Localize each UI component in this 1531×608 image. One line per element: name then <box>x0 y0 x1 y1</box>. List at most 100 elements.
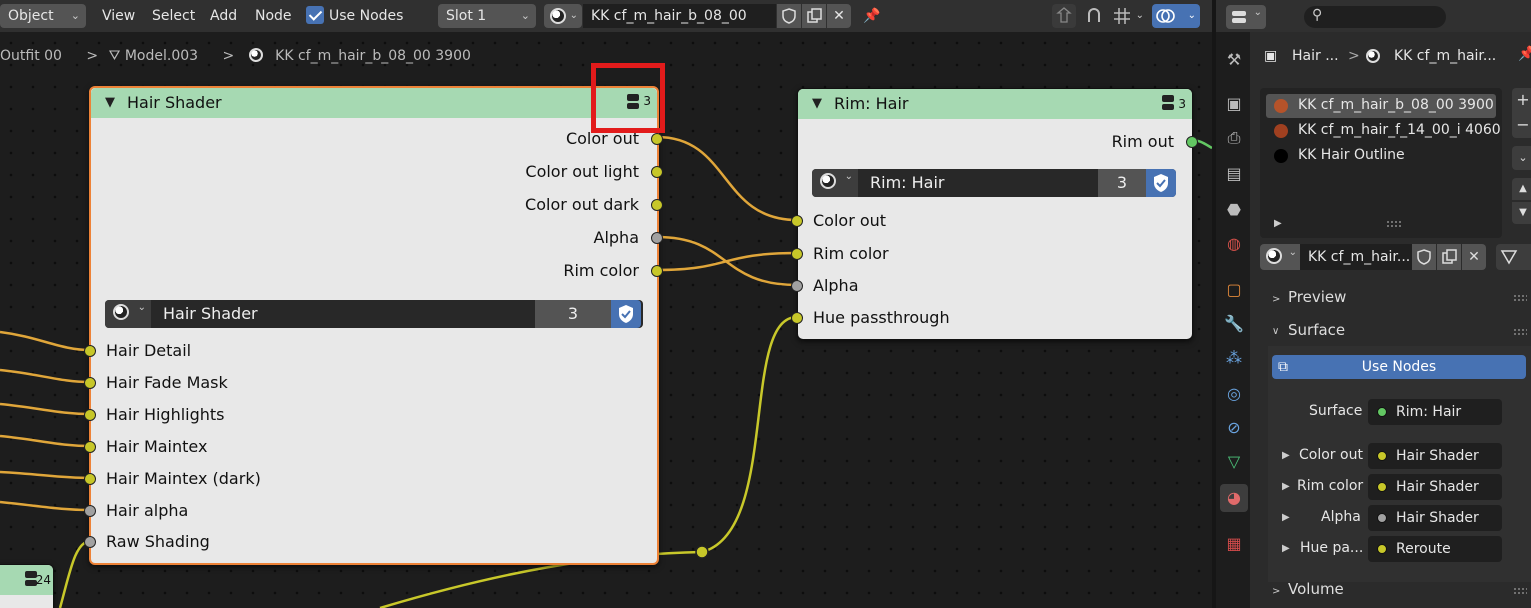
use-nodes-button[interactable]: ⧉ Use Nodes <box>1272 355 1526 379</box>
tab-world[interactable]: ◍ <box>1220 230 1248 258</box>
remove-slot-button[interactable]: − <box>1512 114 1531 138</box>
node-group-name[interactable]: Rim: Hair <box>870 169 944 197</box>
node-group-browse[interactable]: ⌄ <box>812 169 858 197</box>
snap-mode-dropdown[interactable]: ⌄ <box>1110 4 1144 28</box>
link-mode-dropdown[interactable] <box>1496 244 1531 270</box>
menu-select[interactable]: Select <box>146 4 201 28</box>
output-socket[interactable] <box>651 133 663 145</box>
move-slot-down-button[interactable]: ▼ <box>1512 202 1531 224</box>
node-header[interactable]: ▼ Rim: Hair 3 <box>798 89 1192 119</box>
tab-object[interactable]: ▢ <box>1220 276 1248 304</box>
expand-icon[interactable]: ▶ <box>1282 512 1290 523</box>
surface-panel-header[interactable]: Surface <box>1288 321 1345 339</box>
input-socket[interactable] <box>84 505 96 517</box>
output-socket[interactable] <box>651 232 663 244</box>
node-group-name[interactable]: Hair Shader <box>163 300 258 328</box>
use-nodes-checkbox[interactable]: Use Nodes <box>306 4 403 28</box>
input-link-field[interactable]: Reroute <box>1368 536 1502 562</box>
input-socket[interactable] <box>84 377 96 389</box>
menu-add[interactable]: Add <box>204 4 243 28</box>
duplicate-button[interactable] <box>802 4 826 28</box>
input-socket[interactable] <box>84 345 96 357</box>
drag-handle-icon[interactable] <box>1513 328 1527 336</box>
expand-icon[interactable]: ▶ <box>1282 543 1290 554</box>
overlays-dropdown[interactable]: ⌄ <box>1152 4 1200 28</box>
material-slot-list[interactable]: KK cf_m_hair_b_08_00 3900 KK cf_m_hair_f… <box>1260 88 1502 238</box>
tab-physics[interactable]: ◎ <box>1220 380 1248 408</box>
collapse-icon[interactable]: ▼ <box>812 89 822 119</box>
input-socket[interactable] <box>84 409 96 421</box>
snap-toggle-button[interactable] <box>1082 4 1106 28</box>
fake-user-button[interactable] <box>777 4 801 28</box>
input-socket[interactable] <box>791 248 803 260</box>
tab-modifiers[interactable]: 🔧 <box>1220 310 1248 338</box>
expand-icon[interactable]: ▶ <box>1282 450 1290 461</box>
pin-icon[interactable]: 📌 <box>1518 46 1531 62</box>
tab-material[interactable]: ◕ <box>1220 484 1248 512</box>
material-slot-item[interactable]: KK cf_m_hair_b_08_00 3900 <box>1298 97 1494 113</box>
input-link-field[interactable]: Hair Shader <box>1368 505 1502 531</box>
input-socket[interactable] <box>791 312 803 324</box>
tab-view-layer[interactable]: ▤ <box>1220 160 1248 188</box>
node-group-users[interactable]: 3 <box>535 300 611 328</box>
resize-grip-icon[interactable] <box>1386 220 1402 228</box>
fake-user-toggle[interactable] <box>611 300 641 328</box>
node-group-selector[interactable]: ⌄ Hair Shader 3 <box>105 300 643 328</box>
material-slot-item[interactable]: KK cf_m_hair_f_14_00_i 4060 <box>1298 122 1501 138</box>
expand-icon[interactable]: ▶ <box>1282 481 1290 492</box>
volume-panel-header[interactable]: Volume <box>1288 580 1344 598</box>
preview-panel-header[interactable]: Preview <box>1288 288 1346 306</box>
output-socket[interactable] <box>651 265 663 277</box>
node-header[interactable]: 24 <box>0 565 53 595</box>
node-rim-hair[interactable]: ▼ Rim: Hair 3 Rim out ⌄ Rim: Hair 3 Colo… <box>791 88 1198 340</box>
fake-user-button[interactable] <box>1412 244 1436 270</box>
add-slot-button[interactable]: + <box>1512 88 1531 114</box>
tab-data[interactable]: ▽ <box>1220 448 1248 476</box>
tab-texture[interactable]: ▦ <box>1220 530 1248 558</box>
node-header[interactable]: ▼ Hair Shader 3 <box>91 88 657 118</box>
input-link-field[interactable]: Hair Shader <box>1368 443 1502 469</box>
input-socket[interactable] <box>791 280 803 292</box>
move-slot-up-button[interactable]: ▲ <box>1512 178 1531 200</box>
menu-view[interactable]: View <box>96 4 141 28</box>
output-socket[interactable] <box>651 199 663 211</box>
node-editor-canvas[interactable]: Outfit 00 > ⛛ Model.003 > KK cf_m_hair_b… <box>0 32 1212 608</box>
expand-icon[interactable]: ▶ <box>1274 218 1282 229</box>
material-name-field[interactable]: KK cf_m_hair... <box>1300 244 1412 270</box>
mode-dropdown[interactable]: Object ⌄ <box>0 4 86 28</box>
tab-tool[interactable]: ⚒ <box>1220 46 1248 74</box>
menu-node[interactable]: Node <box>249 4 298 28</box>
input-link-field[interactable]: Hair Shader <box>1368 474 1502 500</box>
node-partial[interactable]: 24 <box>0 564 54 608</box>
tab-render[interactable]: ▣ <box>1220 90 1248 118</box>
slot-specials-dropdown[interactable]: ⌄ <box>1512 146 1531 170</box>
material-slot-item[interactable]: KK Hair Outline <box>1298 147 1405 163</box>
drag-handle-icon[interactable] <box>1513 587 1527 595</box>
material-browse-button[interactable]: ⌄ <box>544 4 582 28</box>
editor-type-dropdown[interactable]: ⌄ <box>1226 5 1266 29</box>
slot-dropdown[interactable]: Slot 1 ⌄ <box>438 4 536 28</box>
unlink-button[interactable]: ✕ <box>827 4 851 28</box>
duplicate-button[interactable] <box>1437 244 1461 270</box>
tab-scene[interactable]: ⬣ <box>1220 196 1248 224</box>
node-group-browse[interactable]: ⌄ <box>105 300 151 328</box>
input-socket[interactable] <box>791 215 803 227</box>
material-name-field[interactable]: KK cf_m_hair_b_08_00 3900 <box>583 4 776 48</box>
input-socket[interactable] <box>84 536 96 548</box>
unlink-button[interactable]: ✕ <box>1462 244 1486 270</box>
tab-constraints[interactable]: ⊘ <box>1220 414 1248 442</box>
tab-particles[interactable]: ⁂ <box>1220 344 1248 372</box>
node-hair-shader[interactable]: ▼ Hair Shader 3 Color out Color out ligh… <box>84 86 663 565</box>
expanded-icon[interactable]: ∨ <box>1272 326 1279 337</box>
node-group-selector[interactable]: ⌄ Rim: Hair 3 <box>812 169 1176 197</box>
input-socket[interactable] <box>84 441 96 453</box>
input-socket[interactable] <box>84 473 96 485</box>
material-browse-button[interactable]: ⌄ <box>1260 244 1300 270</box>
collapse-icon[interactable]: ▼ <box>105 88 115 118</box>
pin-button[interactable]: 📌 <box>860 4 884 28</box>
parent-node-tree-button[interactable] <box>1052 4 1076 28</box>
output-socket[interactable] <box>1186 136 1198 148</box>
node-group-users[interactable]: 3 <box>1098 169 1146 197</box>
tab-output[interactable]: ⎙ <box>1220 124 1248 152</box>
collapsed-icon[interactable]: > <box>1272 294 1280 305</box>
